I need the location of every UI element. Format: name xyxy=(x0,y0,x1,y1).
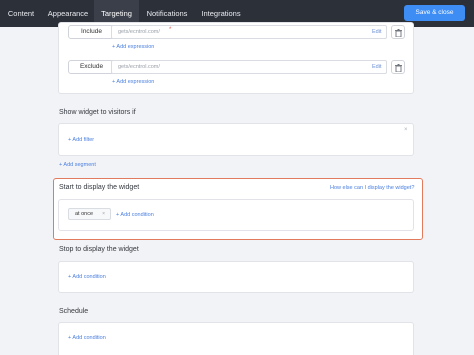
required-mark: * xyxy=(169,27,172,33)
schedule-box xyxy=(58,322,414,355)
close-icon[interactable]: × xyxy=(404,127,408,133)
exclude-url-input[interactable]: gets/ecntrol.com/ xyxy=(111,60,387,74)
start-display-title: Start to display the widget xyxy=(59,184,140,191)
filter-box xyxy=(58,123,414,156)
start-condition-box xyxy=(58,199,414,231)
show-widget-title: Show widget to visitors if xyxy=(59,109,136,116)
chip-close-icon[interactable]: × xyxy=(102,209,105,219)
trash-icon xyxy=(395,29,402,37)
exclude-delete-button[interactable] xyxy=(391,60,405,74)
exclude-add-expression-link[interactable]: + Add expression xyxy=(112,79,154,85)
include-url-input[interactable]: gets/ecntrol.com/ xyxy=(111,25,387,39)
add-filter-link[interactable]: + Add filter xyxy=(68,137,94,143)
include-button[interactable]: Include xyxy=(68,25,115,39)
schedule-add-condition-link[interactable]: + Add condition xyxy=(68,335,106,341)
at-once-label: at once xyxy=(75,211,94,217)
stop-display-title: Stop to display the widget xyxy=(59,246,139,253)
start-add-condition-link[interactable]: + Add condition xyxy=(116,212,154,218)
schedule-title: Schedule xyxy=(59,308,89,315)
exclude-edit-link[interactable]: Edit xyxy=(372,64,381,70)
save-and-close-button[interactable]: Save & close xyxy=(404,5,465,21)
at-once-chip[interactable]: at once × xyxy=(68,208,111,220)
stop-add-condition-link[interactable]: + Add condition xyxy=(68,274,106,280)
include-edit-link[interactable]: Edit xyxy=(372,29,381,35)
display-help-link[interactable]: How else can I display the widget? xyxy=(330,185,414,191)
tab-content[interactable]: Content xyxy=(0,0,42,27)
trash-icon xyxy=(395,64,402,72)
stop-condition-box xyxy=(58,261,414,293)
include-add-expression-link[interactable]: + Add expression xyxy=(112,44,154,50)
include-delete-button[interactable] xyxy=(391,25,405,39)
exclude-button[interactable]: Exclude xyxy=(68,60,115,74)
add-segment-link[interactable]: + Add segment xyxy=(59,162,96,168)
